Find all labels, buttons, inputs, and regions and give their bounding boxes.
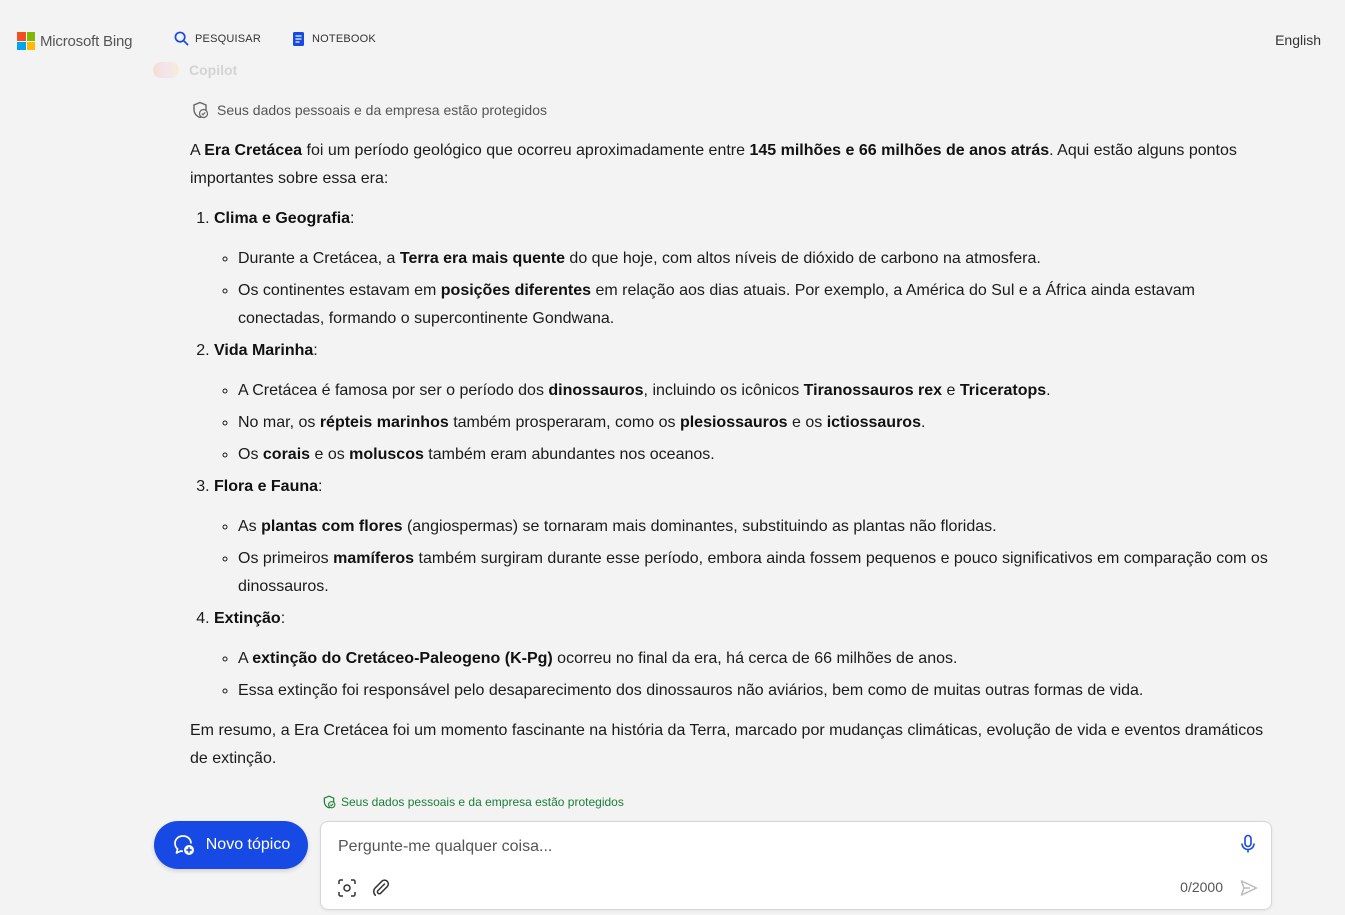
list-item: A extinção do Cretáceo-Paleogeno (K-Pg) …: [238, 645, 1280, 673]
language-selector[interactable]: English: [1275, 32, 1321, 48]
sub-list: As plantas com flores (angiospermas) se …: [214, 513, 1280, 601]
new-chat-icon: [173, 835, 194, 855]
intro-paragraph: A Era Cretácea foi um período geológico …: [190, 142, 1237, 187]
protection-notice: Seus dados pessoais e da empresa estão p…: [191, 101, 547, 119]
list-item: No mar, os répteis marinhos também prosp…: [238, 409, 1280, 437]
list-item: Os corais e os moluscos também eram abun…: [238, 441, 1280, 469]
microphone-icon: [1241, 834, 1255, 853]
list-item: Extinção: A extinção do Cretáceo-Paleoge…: [214, 605, 1280, 705]
nav-search-label: PESQUISAR: [195, 32, 261, 45]
bing-logo[interactable]: Microsoft Bing: [17, 32, 132, 50]
composer-protection-text: Seus dados pessoais e da empresa estão p…: [341, 795, 624, 809]
send-icon: [1240, 880, 1258, 896]
list-item: As plantas com flores (angiospermas) se …: [238, 513, 1280, 541]
copilot-label: Copilot: [153, 62, 237, 78]
top-bar: Microsoft Bing PESQUISAR NOTEBOOK Englis…: [0, 0, 1345, 70]
microsoft-logo-icon: [17, 32, 35, 50]
shield-check-icon: [193, 101, 209, 119]
character-counter: 0/2000: [1180, 879, 1223, 895]
copilot-label-text: Copilot: [189, 62, 238, 78]
list-item: Clima e Geografia: Durante a Cretácea, a…: [214, 205, 1280, 333]
list-item: Os continentes estavam em posições difer…: [238, 277, 1280, 333]
points-list: Clima e Geografia: Durante a Cretácea, a…: [190, 205, 1280, 705]
sub-list: A extinção do Cretáceo-Paleogeno (K-Pg) …: [214, 645, 1280, 705]
chat-input[interactable]: [336, 834, 1220, 860]
composer-protection-notice: Seus dados pessoais e da empresa estão p…: [322, 795, 624, 809]
visual-search-button[interactable]: [337, 878, 357, 903]
nav-notebook-label: NOTEBOOK: [312, 33, 376, 45]
list-item: Os primeiros mamíferos também surgiram d…: [238, 545, 1280, 601]
list-item: Durante a Cretácea, a Terra era mais que…: [238, 245, 1280, 273]
brand-name: Microsoft Bing: [40, 32, 133, 50]
camera-scan-icon: [338, 879, 356, 897]
sub-list: A Cretácea é famosa por ser o período do…: [214, 377, 1280, 469]
send-button[interactable]: [1239, 878, 1259, 903]
protection-notice-text: Seus dados pessoais e da empresa estão p…: [217, 102, 547, 118]
nav-search[interactable]: PESQUISAR: [174, 31, 261, 46]
search-icon: [174, 31, 189, 46]
summary-paragraph: Em resumo, a Era Cretácea foi um momento…: [190, 722, 1264, 767]
shield-check-icon: [323, 795, 336, 809]
list-item: A Cretácea é famosa por ser o período do…: [238, 377, 1280, 405]
copilot-response: A Era Cretácea foi um período geológico …: [190, 137, 1280, 773]
list-item: Flora e Fauna: As plantas com flores (an…: [214, 473, 1280, 601]
microphone-button[interactable]: [1239, 834, 1257, 859]
copilot-logo-icon: [153, 62, 179, 78]
list-item: Vida Marinha: A Cretácea é famosa por se…: [214, 337, 1280, 469]
nav-notebook[interactable]: NOTEBOOK: [292, 31, 376, 47]
new-topic-button[interactable]: Novo tópico: [154, 821, 308, 869]
list-item: Essa extinção foi responsável pelo desap…: [238, 677, 1280, 705]
paperclip-icon: [372, 879, 390, 896]
sub-list: Durante a Cretácea, a Terra era mais que…: [214, 245, 1280, 333]
chat-composer: 0/2000: [320, 821, 1272, 910]
attach-button[interactable]: [371, 878, 391, 903]
new-topic-label: Novo tópico: [205, 836, 291, 853]
notebook-icon: [293, 32, 304, 46]
